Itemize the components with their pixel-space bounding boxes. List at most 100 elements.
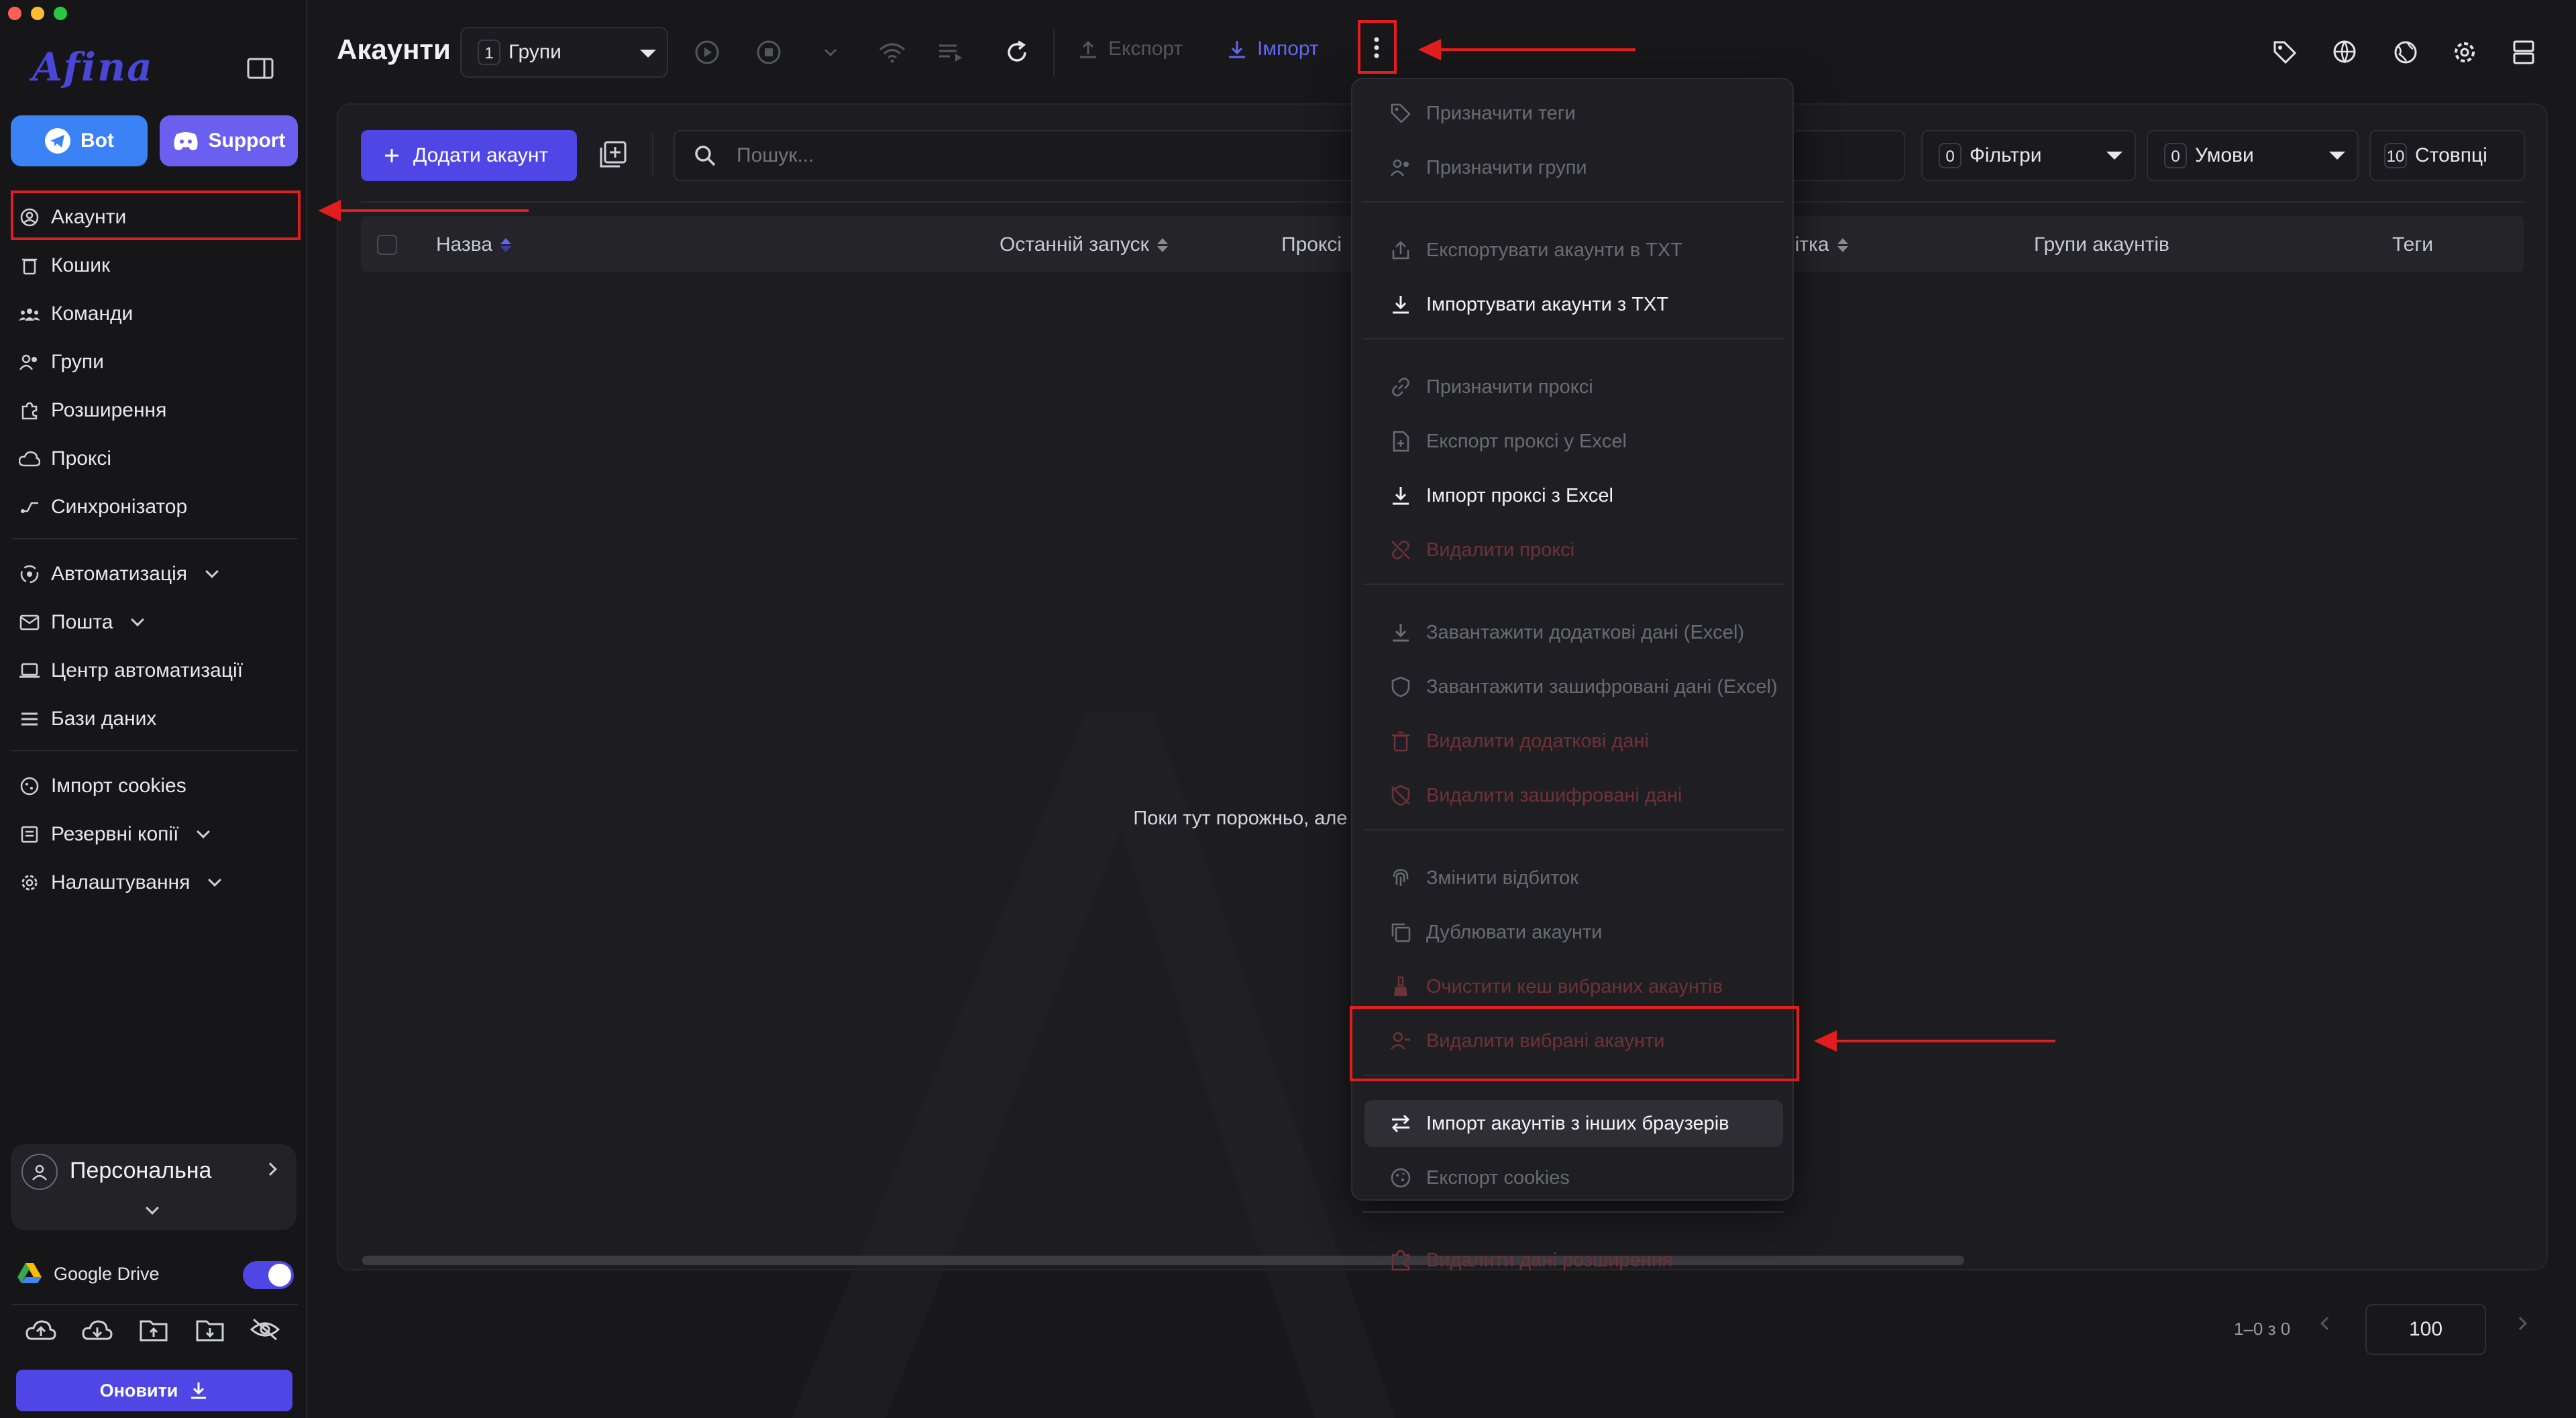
download-icon <box>1389 292 1413 317</box>
window-zoom-dot[interactable] <box>54 7 67 20</box>
sidebar-item-label: Розширення <box>51 399 167 421</box>
menu-item-link-off[interactable]: Видалити проксі <box>1364 527 1783 574</box>
menu-item-label: Завантажити зашифровані дані (Excel) <box>1426 675 1778 698</box>
menu-item-puzzle[interactable]: Видалити дані розширення <box>1364 1237 1783 1284</box>
play-icon[interactable] <box>692 38 722 67</box>
update-button[interactable]: Оновити <box>16 1370 292 1411</box>
menu-item-shield[interactable]: Завантажити зашифровані дані (Excel) <box>1364 663 1783 710</box>
menu-item-broom[interactable]: Очистити кеш вибраних акаунтів <box>1364 963 1783 1010</box>
conditions-select[interactable]: 0 Умови <box>2147 130 2359 181</box>
filters-count-badge: 0 <box>1939 143 1962 168</box>
menu-item-link[interactable]: Призначити проксі <box>1364 364 1783 411</box>
sidebar-item-label: Групи <box>51 351 104 373</box>
sidebar-item-proxy[interactable]: Проксі <box>19 439 111 479</box>
column-header-proxy[interactable]: Проксі <box>1281 233 1342 256</box>
sidebar-item-mail[interactable]: Пошта <box>19 602 145 643</box>
chevron-left-icon[interactable] <box>2320 1317 2334 1330</box>
trash-icon <box>19 255 40 276</box>
menu-item-export[interactable]: Експортувати акаунти в TXT <box>1364 227 1783 274</box>
menu-item-download[interactable]: Імпортувати акаунти з TXT <box>1364 281 1783 328</box>
chevron-right-icon[interactable] <box>2514 1317 2527 1330</box>
menu-item-label: Імпортувати акаунти з TXT <box>1426 293 1668 315</box>
chevron-down-icon[interactable] <box>816 38 845 67</box>
columns-button[interactable]: 10 Стовпці <box>2369 130 2525 181</box>
column-header-account-groups[interactable]: Групи акаунтів <box>2034 233 2169 256</box>
column-header-name[interactable]: Назва <box>436 233 512 256</box>
sidebar-item-groups[interactable]: Групи <box>19 342 104 382</box>
update-label: Оновити <box>99 1380 178 1401</box>
puzzle-icon <box>1389 1248 1413 1272</box>
cloud-download-icon[interactable] <box>82 1319 113 1342</box>
annotation-highlight-accounts <box>11 190 301 240</box>
cookie-icon <box>19 775 40 797</box>
link-off-icon <box>1389 538 1413 562</box>
column-header-last-launch[interactable]: Останній запуск <box>1000 233 1168 256</box>
sidebar-item-extensions[interactable]: Розширення <box>19 390 166 431</box>
menu-item-file-add[interactable]: Експорт проксі у Excel <box>1364 418 1783 465</box>
import-button[interactable]: Імпорт <box>1226 38 1319 60</box>
sidebar-item-teams[interactable]: Команди <box>19 294 133 334</box>
sidebar-item-label: Бази даних <box>51 708 157 730</box>
menu-item-shield-off[interactable]: Видалити зашифровані дані <box>1364 772 1783 819</box>
sidebar-item-label: Налаштування <box>51 871 191 893</box>
globe-icon[interactable] <box>2391 38 2420 67</box>
layout-rows-icon[interactable] <box>2509 38 2538 67</box>
settings-gear-icon[interactable] <box>2450 38 2479 67</box>
wifi-icon[interactable] <box>877 38 907 67</box>
sidebar-item-automation-center[interactable]: Центр автоматизації <box>19 651 243 691</box>
folder-upload-icon[interactable] <box>140 1317 168 1342</box>
menu-item-groups[interactable]: Призначити групи <box>1364 144 1783 191</box>
annotation-highlight-more-button <box>1358 20 1397 74</box>
cookie-icon <box>1389 1166 1413 1190</box>
menu-item-cookie[interactable]: Експорт cookies <box>1364 1154 1783 1201</box>
discord-support-button[interactable]: Support <box>160 115 298 166</box>
workspace-selector[interactable]: Персональна <box>11 1144 297 1230</box>
sidebar-toggle-icon[interactable] <box>247 58 274 79</box>
sidebar-divider <box>12 1304 298 1305</box>
menu-item-copy[interactable]: Дублювати акаунти <box>1364 909 1783 956</box>
window-close-dot[interactable] <box>8 7 21 20</box>
automation-icon <box>19 563 40 585</box>
queue-icon[interactable] <box>936 38 966 67</box>
mail-icon <box>19 612 40 633</box>
conditions-count-badge: 0 <box>2164 143 2187 168</box>
chevron-down-icon[interactable] <box>146 1201 159 1215</box>
filters-select[interactable]: 0 Фільтри <box>1921 130 2136 181</box>
menu-item-label: Експортувати акаунти в TXT <box>1426 239 1682 261</box>
menu-item-tag[interactable]: Призначити теги <box>1364 90 1783 137</box>
bulk-add-icon[interactable] <box>600 141 627 168</box>
window-minimize-dot[interactable] <box>31 7 44 20</box>
select-all-checkbox[interactable] <box>377 235 397 255</box>
sidebar-item-backups[interactable]: Резервні копії <box>19 814 211 855</box>
sidebar-item-automation[interactable]: Автоматизація <box>19 554 219 594</box>
cloud-upload-icon[interactable] <box>25 1319 56 1342</box>
search-field[interactable] <box>735 144 1406 168</box>
column-header-tags[interactable]: Теги <box>2392 233 2433 256</box>
globe-lock-icon[interactable] <box>2330 38 2360 67</box>
menu-item-download[interactable]: Завантажити додаткові дані (Excel) <box>1364 609 1783 656</box>
export-button[interactable]: Експорт <box>1077 38 1183 60</box>
sidebar-item-synchronizer[interactable]: Синхронізатор <box>19 487 187 527</box>
menu-item-fingerprint[interactable]: Змінити відбиток <box>1364 855 1783 902</box>
groups-select[interactable]: 1 Групи <box>460 27 668 78</box>
google-drive-toggle[interactable] <box>243 1261 294 1289</box>
download-icon <box>189 1380 209 1401</box>
eye-off-icon[interactable] <box>250 1317 280 1342</box>
folder-download-icon[interactable] <box>196 1317 224 1342</box>
sidebar-item-databases[interactable]: Бази даних <box>19 699 156 739</box>
menu-item-download[interactable]: Імпорт проксі з Excel <box>1364 472 1783 519</box>
groups-icon <box>19 351 40 373</box>
groups-count-badge: 1 <box>478 40 500 65</box>
tag-icon[interactable] <box>2270 38 2300 67</box>
menu-item-trash[interactable]: Видалити додаткові дані <box>1364 718 1783 765</box>
sidebar-item-trash[interactable]: Кошик <box>19 246 110 286</box>
chevron-down-icon <box>208 873 222 887</box>
sidebar-item-import-cookies[interactable]: Імпорт cookies <box>19 766 186 806</box>
page-size-input[interactable]: 100 <box>2365 1304 2486 1355</box>
refresh-icon[interactable] <box>1002 38 1032 67</box>
stop-icon[interactable] <box>754 38 784 67</box>
add-account-button[interactable]: Додати акаунт <box>361 130 577 181</box>
sidebar-item-settings[interactable]: Налаштування <box>19 863 222 903</box>
menu-item-swap[interactable]: Імпорт акаунтів з інших браузерів <box>1364 1100 1783 1147</box>
telegram-bot-button[interactable]: Bot <box>11 115 148 166</box>
